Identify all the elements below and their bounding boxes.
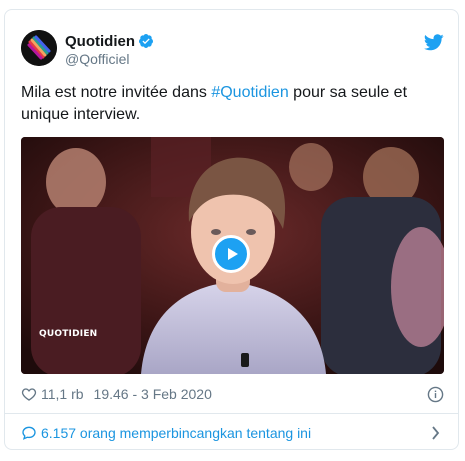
verified-badge-icon [139,34,153,48]
channel-watermark: QUOTIDIEN [39,329,98,339]
info-icon[interactable] [427,386,444,403]
play-icon [228,248,238,260]
timestamp[interactable]: 19.46 - 3 Feb 2020 [94,386,212,402]
conversation-label: 6.157 orang memperbincangkan tentang ini [41,425,312,441]
display-name[interactable]: Quotidien [65,33,135,50]
play-button[interactable] [212,235,250,273]
display-name-row: Quotidien [65,31,154,51]
hashtag-link[interactable]: #Quotidien [211,84,288,101]
chevron-right-icon [432,426,440,440]
tweet-meta-row: 11,1 rb 19.46 - 3 Feb 2020 [21,384,444,404]
tweet-header: Quotidien @Qofficiel [21,30,444,70]
tweet-text: Mila est notre invitée dans #Quotidien p… [21,82,441,126]
avatar[interactable] [21,30,57,66]
tweet-text-part: Mila est notre invitée dans [21,84,212,101]
twitter-bird-icon[interactable] [424,34,444,51]
tweet-embed-card[interactable]: Quotidien @Qofficiel Mila est notre invi… [4,9,459,450]
heart-icon[interactable] [21,386,37,402]
divider [5,413,458,414]
conversation-link[interactable]: 6.157 orang memperbincangkan tentang ini [21,423,444,443]
quotidien-logo [21,30,57,66]
reply-icon [22,426,36,440]
like-count[interactable]: 11,1 rb [41,386,84,402]
handle[interactable]: @Qofficiel [65,51,130,67]
video-thumbnail[interactable]: QUOTIDIEN [21,137,444,374]
